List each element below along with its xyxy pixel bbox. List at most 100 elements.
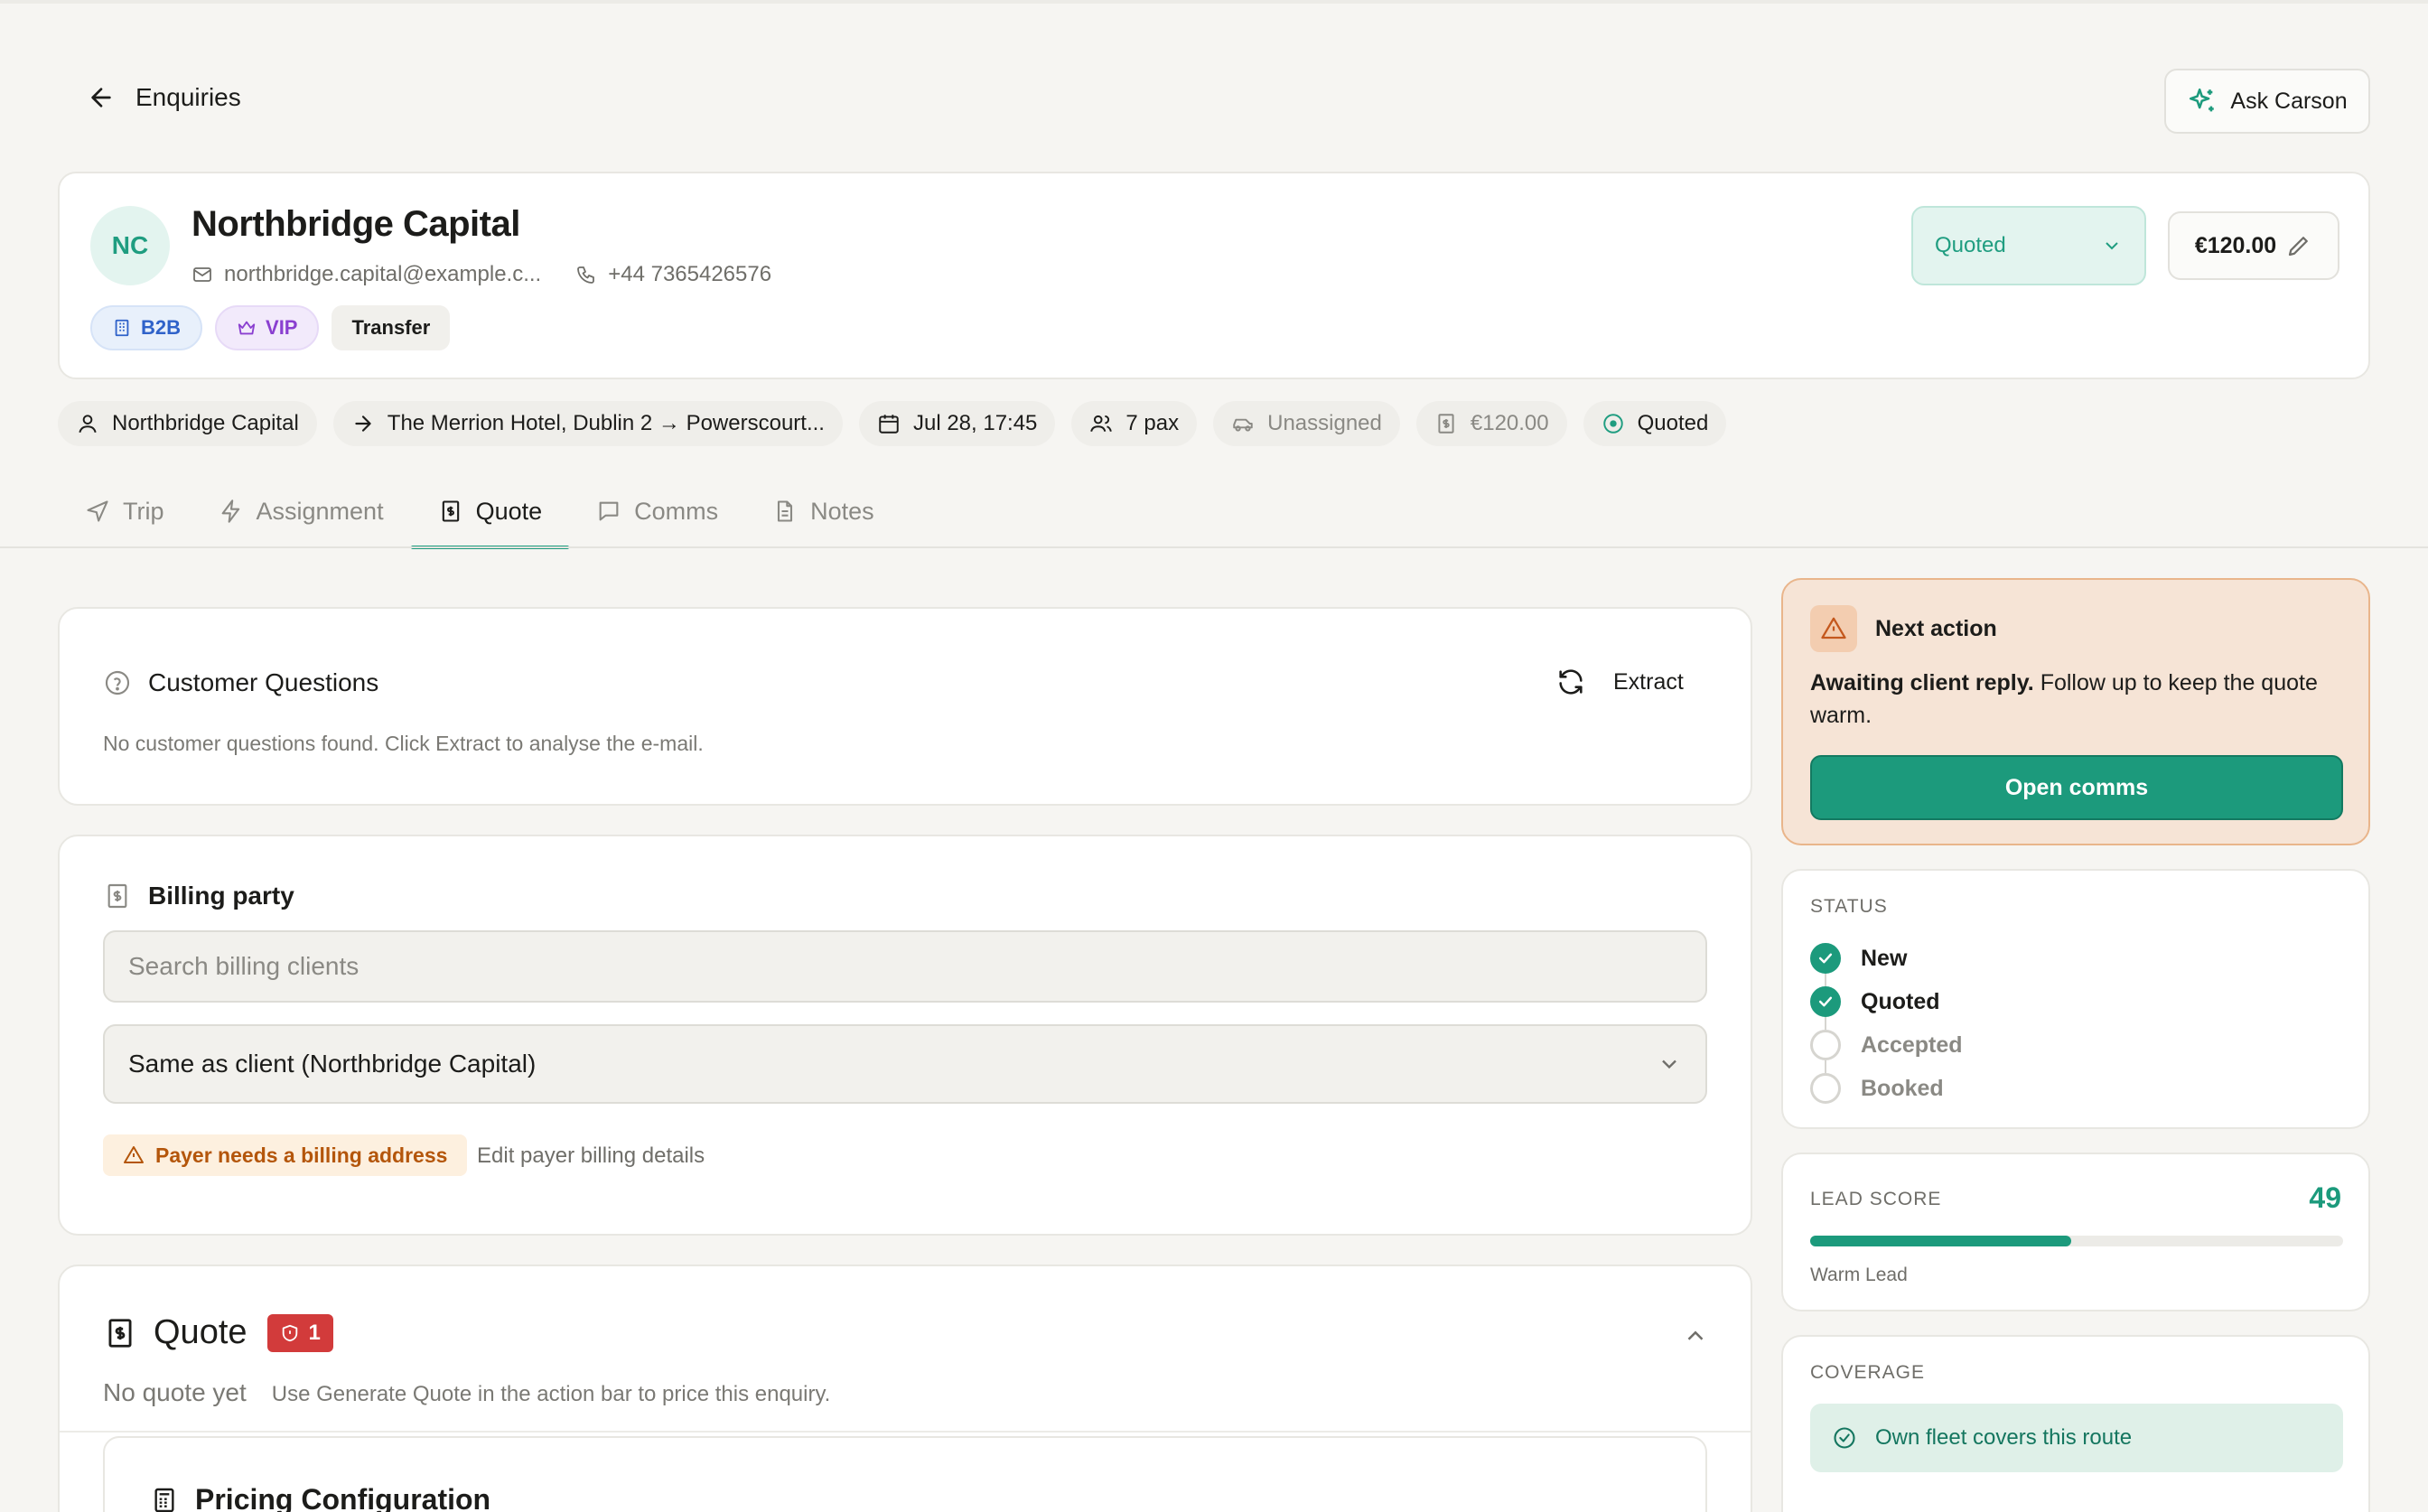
back-to-enquiries-link[interactable]: Enquiries: [87, 83, 241, 112]
status-step-booked-label: Booked: [1861, 1075, 1944, 1101]
summary-route-text: The Merrion Hotel, Dublin 2 → Powerscour…: [387, 411, 825, 435]
app-root: Enquiries Ask Carson NC Northbridge Capi…: [0, 0, 2428, 1512]
summary-client-text: Northbridge Capital: [112, 411, 299, 435]
calculator-icon: [154, 1488, 174, 1512]
status-dropdown[interactable]: Quoted: [1911, 206, 2146, 285]
refresh-icon: [1559, 669, 1583, 695]
status-dropdown-value: Quoted: [1935, 233, 2006, 257]
billing-party-select[interactable]: Same as client (Northbridge Capital): [103, 1024, 1707, 1104]
client-email[interactable]: northbridge.capital@example.c...: [191, 262, 541, 287]
ask-carson-label: Ask Carson: [2230, 88, 2348, 114]
user-icon: [79, 415, 97, 434]
tab-assignment[interactable]: Assignment: [191, 475, 411, 547]
client-badges: B2B VIP Transfer: [90, 305, 451, 350]
summary-price-text: €120.00: [1470, 411, 1549, 435]
customer-questions-title: Customer Questions: [103, 668, 378, 697]
lightning-icon: [221, 499, 239, 523]
pencil-icon: [2289, 237, 2309, 257]
back-label: Enquiries: [135, 83, 241, 111]
customer-questions-empty: No customer questions found. Click Extra…: [103, 732, 704, 755]
lead-score-bar-fill: [1810, 1236, 2072, 1246]
receipt-dollar-icon: [108, 1318, 132, 1348]
transfer-badge: Transfer: [332, 305, 451, 350]
empty-circle-icon: [1810, 1030, 1841, 1060]
chevron-up-icon[interactable]: [1682, 1322, 1709, 1349]
help-circle-icon: [105, 670, 130, 695]
extract-button[interactable]: Extract: [1555, 667, 1684, 697]
tabs-divider: [0, 546, 2428, 548]
avatar: NC: [90, 206, 170, 285]
customer-questions-card: Customer Questions Extract No customer q…: [58, 607, 1752, 806]
circle-dot-icon: [1602, 414, 1623, 434]
crown-icon: [238, 321, 256, 335]
tab-comms[interactable]: Comms: [569, 475, 745, 547]
next-action-body: Awaiting client reply. Follow up to keep…: [1810, 667, 2352, 732]
tab-quote[interactable]: Quote: [410, 475, 570, 549]
client-header-card: NC Northbridge Capital northbridge.capit…: [58, 172, 2370, 379]
lead-score-label: LEAD SCORE: [1810, 1189, 1942, 1209]
quote-alert-badge[interactable]: 1: [266, 1313, 333, 1352]
status-step-new-label: New: [1861, 945, 1908, 971]
tab-quote-label: Quote: [475, 497, 543, 525]
summary-status: Quoted: [1583, 401, 1727, 446]
phone-icon: [577, 266, 595, 284]
price-value: €120.00: [2194, 232, 2277, 258]
edit-price-button[interactable]: €120.00: [2168, 211, 2339, 280]
arrow-right-icon: [355, 415, 371, 432]
pricing-configuration-title-text: Pricing Configuration: [195, 1483, 491, 1512]
summary-pax-text: 7 pax: [1125, 411, 1180, 435]
coverage-card: COVERAGE Own fleet covers this route: [1781, 1335, 2370, 1512]
billing-party-title-text: Billing party: [148, 882, 294, 910]
summary-driver-text: Unassigned: [1267, 411, 1382, 435]
client-contact: northbridge.capital@example.c... +44 736…: [191, 262, 771, 287]
check-circle-icon: [1810, 943, 1841, 974]
ask-carson-button[interactable]: Ask Carson: [2164, 69, 2370, 134]
tab-comms-label: Comms: [634, 497, 719, 525]
receipt-dollar-icon: [442, 500, 459, 522]
status-connector: [1825, 1060, 1826, 1073]
b2b-badge: B2B: [90, 305, 203, 350]
tab-notes[interactable]: Notes: [745, 475, 901, 547]
quote-alert-count: 1: [308, 1320, 321, 1345]
sparkle-icon: [2190, 88, 2215, 112]
edit-payer-billing-link[interactable]: Edit payer billing details: [477, 1143, 705, 1169]
billing-search-input[interactable]: Search billing clients: [103, 930, 1707, 1003]
lead-score-card: LEAD SCORE 49 Warm Lead: [1781, 1153, 2370, 1311]
pricing-configuration-panel: Pricing Configuration: [103, 1436, 1707, 1512]
summary-price: €120.00: [1415, 401, 1567, 446]
status-step-quoted: Quoted: [1810, 986, 1940, 1017]
check-circle-icon: [1834, 1427, 1855, 1449]
enquiry-summary: Northbridge Capital The Merrion Hotel, D…: [58, 401, 1727, 446]
mail-icon: [193, 267, 211, 282]
billing-party-card: Billing party Search billing clients Sam…: [58, 835, 1752, 1236]
client-phone[interactable]: +44 7365426576: [575, 262, 771, 287]
receipt-dollar-icon: [1438, 414, 1454, 434]
lead-score-bar: [1810, 1236, 2343, 1246]
warning-icon: [124, 1146, 144, 1163]
summary-datetime-text: Jul 28, 17:45: [912, 411, 1038, 435]
next-action-card: Next action Awaiting client reply. Follo…: [1781, 578, 2370, 845]
message-icon: [599, 501, 619, 521]
calendar-icon: [879, 415, 899, 434]
lead-score-sub: Warm Lead: [1810, 1265, 1908, 1285]
tab-trip[interactable]: Trip: [58, 475, 191, 547]
building-icon: [115, 319, 129, 337]
quote-title: Quote 1: [103, 1313, 333, 1352]
status-step-new: New: [1810, 943, 1907, 974]
summary-driver: Unassigned: [1213, 401, 1400, 446]
billing-party-select-value: Same as client (Northbridge Capital): [128, 1050, 537, 1078]
coverage-status: Own fleet covers this route: [1810, 1404, 2343, 1472]
vip-label: VIP: [266, 316, 298, 339]
next-action-body-bold: Awaiting client reply.: [1810, 670, 2034, 695]
summary-pax: 7 pax: [1071, 401, 1198, 446]
status-step-booked: Booked: [1810, 1073, 1944, 1104]
shield-alert-icon: [282, 1324, 297, 1341]
open-comms-button[interactable]: Open comms: [1810, 755, 2343, 820]
check-circle-icon: [1810, 986, 1841, 1017]
vip-badge: VIP: [215, 305, 320, 350]
status-connector: [1825, 1017, 1826, 1030]
b2b-label: B2B: [141, 316, 182, 339]
quote-empty-hint: Use Generate Quote in the action bar to …: [271, 1382, 831, 1406]
receipt-dollar-icon: [107, 883, 127, 909]
next-action-icon-box: [1810, 605, 1857, 652]
